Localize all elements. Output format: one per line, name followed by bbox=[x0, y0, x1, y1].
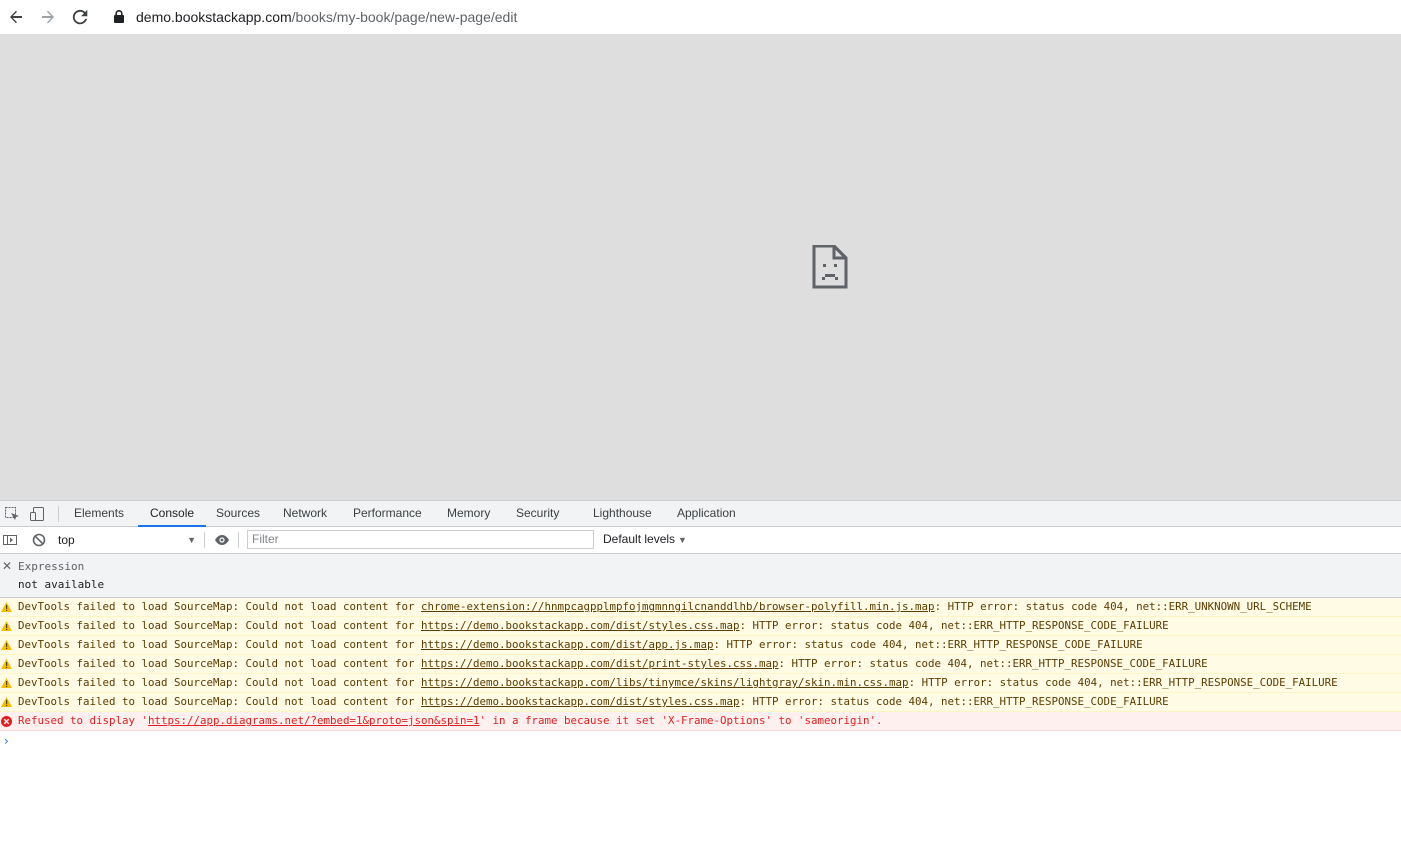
expression-value: not available bbox=[18, 578, 105, 591]
eye-icon[interactable] bbox=[214, 532, 230, 548]
warning-icon bbox=[1, 621, 12, 631]
device-toolbar-icon[interactable] bbox=[29, 506, 45, 522]
tab-network[interactable]: Network bbox=[283, 501, 327, 526]
message-text: : HTTP error: status code 404, net::ERR_… bbox=[934, 600, 1312, 613]
context-value: top bbox=[58, 533, 75, 547]
message-text: : HTTP error: status code 404, net::ERR_… bbox=[778, 657, 1208, 670]
toolbar-divider bbox=[58, 506, 59, 522]
url-path: /books/my-book/page/new-page/edit bbox=[291, 9, 518, 25]
console-message-warning: DevTools failed to load SourceMap: Could… bbox=[0, 617, 1401, 636]
clear-console-icon[interactable] bbox=[31, 532, 47, 548]
console-toolbar: top ▼ Filter Default levels ▼ bbox=[0, 527, 1401, 554]
url-host: demo.bookstackapp.com bbox=[136, 9, 292, 25]
chevron-down-icon: ▼ bbox=[678, 535, 687, 545]
forward-button[interactable] bbox=[35, 4, 61, 30]
tab-performance[interactable]: Performance bbox=[353, 501, 422, 526]
message-text: DevTools failed to load SourceMap: Could… bbox=[18, 638, 422, 651]
log-levels-dropdown[interactable]: Default levels ▼ bbox=[603, 532, 687, 546]
toolbar-divider bbox=[204, 532, 205, 548]
tab-sources[interactable]: Sources bbox=[216, 501, 260, 526]
back-button[interactable] bbox=[3, 4, 29, 30]
message-link[interactable]: https://demo.bookstackapp.com/dist/app.j… bbox=[421, 638, 714, 651]
address-bar[interactable]: demo.bookstackapp.com/books/my-book/page… bbox=[102, 3, 1401, 31]
arrow-right-icon bbox=[42, 10, 54, 24]
warning-icon bbox=[1, 678, 12, 688]
message-link[interactable]: https://demo.bookstackapp.com/dist/print… bbox=[421, 657, 779, 670]
message-text: DevTools failed to load SourceMap: Could… bbox=[18, 695, 422, 708]
message-link[interactable]: https://demo.bookstackapp.com/dist/style… bbox=[421, 695, 740, 708]
sidebar-toggle-icon[interactable] bbox=[2, 532, 18, 548]
tab-lighthouse[interactable]: Lighthouse bbox=[593, 501, 652, 526]
console-message-warning: DevTools failed to load SourceMap: Could… bbox=[0, 693, 1401, 712]
inspect-element-icon[interactable] bbox=[4, 506, 20, 522]
expression-label[interactable]: Expression bbox=[18, 560, 84, 573]
tab-console[interactable]: Console bbox=[137, 501, 207, 527]
tab-application[interactable]: Application bbox=[677, 501, 736, 526]
lock-icon bbox=[114, 10, 124, 23]
message-text: Refused to display ' bbox=[18, 714, 149, 727]
message-text: DevTools failed to load SourceMap: Could… bbox=[18, 676, 422, 689]
toolbar-divider bbox=[238, 532, 239, 548]
message-text: : HTTP error: status code 404, net::ERR_… bbox=[739, 619, 1169, 632]
console-message-warning: DevTools failed to load SourceMap: Could… bbox=[0, 655, 1401, 674]
warning-icon bbox=[1, 602, 12, 612]
page-content bbox=[0, 35, 1401, 500]
live-expression: ✕ Expression not available bbox=[0, 554, 1401, 598]
message-text: ' in a frame because it set 'X-Frame-Opt… bbox=[479, 714, 883, 727]
console-messages: DevTools failed to load SourceMap: Could… bbox=[0, 598, 1401, 731]
message-link[interactable]: chrome-extension://hnmpcagpplmpfojmgmnng… bbox=[421, 600, 935, 613]
message-text: : HTTP error: status code 404, net::ERR_… bbox=[713, 638, 1143, 651]
url-text: demo.bookstackapp.com/books/my-book/page… bbox=[136, 8, 517, 26]
devtools-tabbar: Elements Console Sources Network Perform… bbox=[0, 500, 1401, 527]
message-text: DevTools failed to load SourceMap: Could… bbox=[18, 600, 422, 613]
console-message-error: Refused to display 'https://app.diagrams… bbox=[0, 712, 1401, 731]
reload-icon bbox=[72, 9, 88, 25]
devtools-panel: Elements Console Sources Network Perform… bbox=[0, 500, 1401, 848]
browser-toolbar: demo.bookstackapp.com/books/my-book/page… bbox=[0, 0, 1401, 35]
sad-document-icon bbox=[812, 245, 848, 289]
tab-security[interactable]: Security bbox=[516, 501, 559, 526]
arrow-left-icon bbox=[10, 10, 22, 24]
close-icon[interactable]: ✕ bbox=[2, 559, 12, 573]
console-message-warning: DevTools failed to load SourceMap: Could… bbox=[0, 636, 1401, 655]
message-link[interactable]: https://app.diagrams.net/?embed=1&proto=… bbox=[148, 714, 480, 727]
message-link[interactable]: https://demo.bookstackapp.com/dist/style… bbox=[421, 619, 740, 632]
tab-elements[interactable]: Elements bbox=[74, 501, 124, 526]
tab-memory[interactable]: Memory bbox=[447, 501, 490, 526]
context-select[interactable]: top ▼ bbox=[58, 531, 198, 549]
error-icon bbox=[1, 716, 12, 727]
console-prompt[interactable]: › bbox=[4, 734, 9, 748]
filter-input[interactable]: Filter bbox=[247, 530, 594, 549]
message-text: : HTTP error: status code 404, net::ERR_… bbox=[908, 676, 1338, 689]
console-message-warning: DevTools failed to load SourceMap: Could… bbox=[0, 674, 1401, 693]
message-link[interactable]: https://demo.bookstackapp.com/libs/tinym… bbox=[421, 676, 909, 689]
message-text: DevTools failed to load SourceMap: Could… bbox=[18, 619, 422, 632]
chevron-down-icon: ▼ bbox=[187, 535, 196, 545]
warning-icon bbox=[1, 659, 12, 669]
log-levels-label: Default levels bbox=[603, 532, 676, 546]
message-text: : HTTP error: status code 404, net::ERR_… bbox=[739, 695, 1169, 708]
console-message-warning: DevTools failed to load SourceMap: Could… bbox=[0, 598, 1401, 617]
message-text: DevTools failed to load SourceMap: Could… bbox=[18, 657, 422, 670]
warning-icon bbox=[1, 640, 12, 650]
reload-button[interactable] bbox=[67, 4, 93, 30]
warning-icon bbox=[1, 697, 12, 707]
